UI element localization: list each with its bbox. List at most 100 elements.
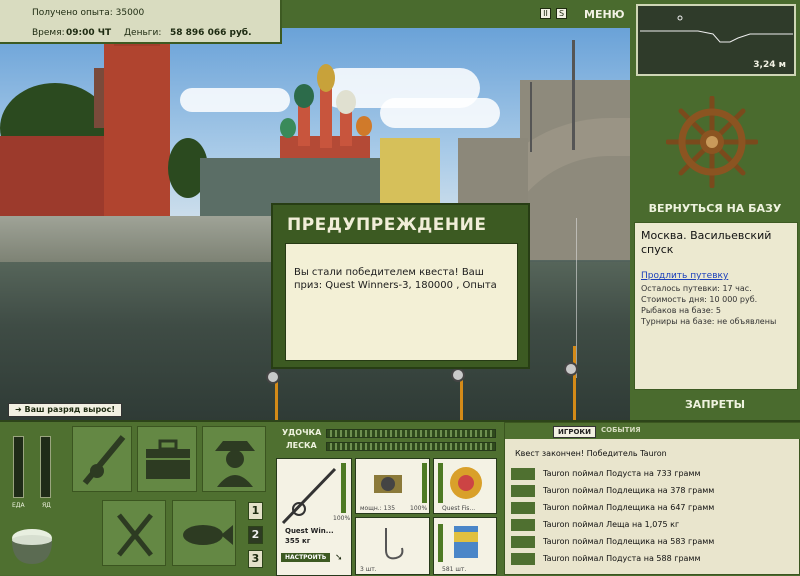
- fisherman-slot[interactable]: [202, 426, 266, 492]
- arrow-icon: ➜: [15, 405, 25, 414]
- line-strength-bar: [326, 442, 496, 451]
- warning-dialog: ПРЕДУПРЕЖДЕНИЕ Вы стали победителем квес…: [271, 203, 530, 369]
- tackle-slot[interactable]: [72, 426, 132, 492]
- hook-cell[interactable]: 3 шт.: [355, 517, 430, 575]
- fishing-rod[interactable]: [275, 378, 278, 420]
- bait-meter: [438, 524, 443, 562]
- line-meter: [438, 463, 443, 503]
- fish-slot[interactable]: [172, 500, 236, 566]
- status-panel: Получено опыта: 35000 Время: 09:00 ЧТ Де…: [0, 0, 282, 44]
- dialog-title: ПРЕДУПРЕЖДЕНИЕ: [287, 215, 487, 235]
- fish-icon: [511, 468, 535, 480]
- event-item: Tauron поймал Подуста на 588 грамм: [511, 552, 795, 566]
- rod-condition-meter: [341, 463, 346, 513]
- rod-strength-bar: [326, 429, 496, 438]
- fork-knife-icon: [117, 513, 153, 557]
- fish-icon: [511, 485, 535, 497]
- cloud: [380, 98, 500, 128]
- restrictions-button[interactable]: ЗАПРЕТЫ: [630, 398, 800, 411]
- reel-cell[interactable]: мощн.: 135 100%: [355, 458, 430, 514]
- food-slot[interactable]: [102, 500, 166, 566]
- page-button-2[interactable]: 2: [248, 526, 263, 544]
- rank-up-text: Ваш разряд вырос!: [24, 405, 116, 414]
- line-name: Quest Fis...: [442, 505, 476, 512]
- return-to-base-button[interactable]: ВЕРНУТЬСЯ НА БАЗУ: [630, 202, 800, 215]
- reel-condition-meter: [422, 463, 427, 503]
- event-item: Tauron поймал Подлещика на 583 грамм: [511, 535, 795, 549]
- page-button-3[interactable]: 3: [248, 550, 263, 568]
- spasskaya-spire: [94, 68, 104, 128]
- fisherman-icon: [215, 441, 255, 487]
- hook-icon: [385, 528, 404, 560]
- adjust-button[interactable]: НАСТРОИТЬ: [281, 553, 331, 562]
- bait-cell[interactable]: 581 шт.: [433, 517, 497, 575]
- rod-reel: [266, 370, 280, 384]
- hook-count: 3 шт.: [360, 566, 377, 573]
- rank-up-badge[interactable]: ➜ Ваш разряд вырос!: [8, 403, 123, 417]
- line-spool-icon: [450, 467, 482, 499]
- dialog-message: Вы стали победителем квеста! Ваш приз: Q…: [285, 243, 518, 361]
- bait-count: 581 шт.: [442, 566, 467, 573]
- reel-power: мощн.: 135: [360, 505, 396, 512]
- experience-line: Получено опыта: 35000: [32, 8, 144, 18]
- food-bar: [13, 436, 24, 498]
- tab-players[interactable]: ИГРОКИ: [553, 426, 596, 438]
- fish-icon: [511, 536, 535, 548]
- top-icons: II S МЕНЮ: [538, 6, 626, 22]
- event-item: Tauron поймал Подлещика на 647 грамм: [511, 501, 795, 515]
- bait-can-icon: [454, 526, 478, 558]
- rod-weight: 355 кг: [285, 537, 311, 545]
- rod-cell[interactable]: 100% Quest Win... 355 кг НАСТРОИТЬ ➘: [276, 458, 352, 576]
- lamp-post: [572, 40, 575, 150]
- extend-permit-link[interactable]: Продлить путевку: [641, 271, 791, 281]
- reel-icon: [374, 475, 402, 493]
- line-label: ЛЕСКА: [286, 441, 317, 450]
- anglers-count: Рыбаков на базе: 5: [641, 306, 721, 315]
- location-panel: Москва. Васильевский спуск Продлить путе…: [634, 222, 798, 390]
- kremlin-tower: [104, 42, 170, 217]
- tab-events[interactable]: СОБЫТИЯ: [601, 426, 641, 434]
- money-value: 58 896 066 руб.: [170, 28, 252, 38]
- rod-name: Quest Win...: [285, 527, 334, 535]
- food-label: ЕДА: [12, 502, 25, 509]
- arrow-icon: ➘: [335, 553, 343, 563]
- line-cell[interactable]: Quest Fis...: [433, 458, 497, 514]
- kremlin-wall: [0, 136, 110, 216]
- event-item: Tauron поймал Подуста на 733 грамм: [511, 467, 795, 481]
- fishing-line: [576, 218, 577, 378]
- fishing-rod[interactable]: [573, 346, 576, 420]
- depth-map: 3,24 м: [636, 4, 796, 76]
- quest-result: Квест закончен! Победитель Tauron: [515, 449, 667, 458]
- ship-wheel-icon[interactable]: [666, 96, 758, 188]
- page-button-1[interactable]: 1: [248, 502, 263, 520]
- experience-value: 35000: [115, 8, 145, 18]
- reel-condition: 100%: [410, 505, 428, 512]
- permit-remaining: Осталось путевки: 17 час.: [641, 284, 752, 293]
- fish-icon: [511, 553, 535, 565]
- pause-button[interactable]: II: [540, 8, 551, 19]
- time-value: 09:00 ЧТ: [66, 28, 112, 38]
- rod-reel-icon: [82, 435, 126, 485]
- rod-reel: [451, 368, 465, 382]
- fishing-rod[interactable]: [460, 378, 463, 420]
- fish-icon: [511, 519, 535, 531]
- experience-label: Получено опыта:: [32, 8, 113, 18]
- sound-button[interactable]: S: [556, 8, 567, 19]
- event-item: Tauron поймал Леща на 1,075 кг: [511, 518, 795, 532]
- rod-label: УДОЧКА: [282, 428, 322, 437]
- poison-label: ЯД: [42, 502, 51, 509]
- rod-icon: [281, 467, 337, 525]
- fish-icon: [183, 525, 233, 545]
- pot-icon[interactable]: [6, 516, 58, 568]
- events-panel: ИГРОКИ СОБЫТИЯ Квест закончен! Победител…: [504, 422, 800, 575]
- tackle-box-slot[interactable]: [137, 426, 197, 492]
- rod-condition: 100%: [333, 515, 351, 522]
- depth-value: 3,24 м: [753, 60, 786, 70]
- location-name: Москва. Васильевский спуск: [641, 229, 772, 256]
- fish-icon: [511, 502, 535, 514]
- poison-bar: [40, 436, 51, 498]
- lamp-post: [530, 82, 532, 152]
- menu-button[interactable]: МЕНЮ: [584, 8, 625, 21]
- events-tabs: ИГРОКИ СОБЫТИЯ: [505, 423, 800, 439]
- time-label: Время:: [32, 28, 65, 38]
